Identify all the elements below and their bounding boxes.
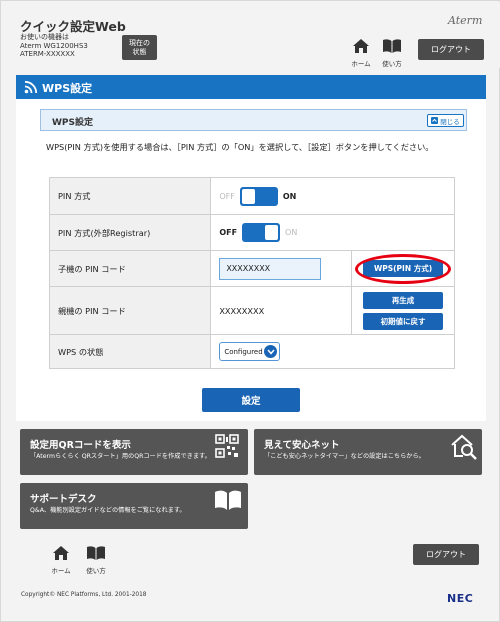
footer-manual-label: 使い方 xyxy=(86,567,106,575)
wifi-icon xyxy=(24,80,38,94)
child-pin-input[interactable] xyxy=(219,257,322,280)
device-model: Aterm WG1200HS3 xyxy=(20,41,88,50)
copyright: Copyright© NEC Platforms, Ltd. 2001-2018 xyxy=(21,592,147,598)
child-pin-cell xyxy=(210,250,353,287)
regenerate-button[interactable]: 再生成 xyxy=(363,291,444,309)
table-row: 子機の PIN コード WPS(PIN 方式) xyxy=(48,250,455,287)
wps-pin-button[interactable]: WPS(PIN 方式) xyxy=(363,260,444,277)
parent-pin-action-cell: 再生成 初期値に戻す xyxy=(351,286,455,335)
status-label-line-2: 状態 xyxy=(132,47,147,56)
parent-pin-value: XXXXXXXX xyxy=(210,286,353,335)
pin-method-switch[interactable] xyxy=(239,186,278,206)
table-row: WPS の状態 Configured xyxy=(48,334,455,369)
reset-default-button[interactable]: 初期値に戻す xyxy=(363,312,444,330)
table-row: PIN 方式 OFF ON xyxy=(48,177,455,215)
table-row: 親機の PIN コード XXXXXXXX 再生成 初期値に戻す xyxy=(48,286,455,335)
pin-method-cell: OFF ON xyxy=(210,177,455,215)
wps-status-select[interactable]: Configured xyxy=(219,342,281,361)
chevron-up-icon xyxy=(431,117,439,124)
child-pin-action-cell: WPS(PIN 方式) xyxy=(351,250,455,287)
book-icon xyxy=(383,39,401,53)
support-card-title: サポートデスク xyxy=(30,494,97,505)
pin-method-toggle[interactable]: OFF ON xyxy=(219,186,297,206)
status-label-line-1: 現在の xyxy=(129,38,150,47)
device-line-1: お使いの機器は xyxy=(20,33,69,41)
header-manual-link[interactable]: 使い方 xyxy=(379,38,405,68)
pin-method-off-label: OFF xyxy=(219,191,235,201)
wps-pin-wrap: WPS(PIN 方式) xyxy=(355,254,452,284)
header-home-label: ホーム xyxy=(351,60,371,68)
nec-logo: NEC xyxy=(447,592,474,605)
child-pin-label: 子機の PIN コード xyxy=(48,250,212,287)
qr-code-card[interactable]: 設定用QRコードを表示 「Atermらくらく QRスタート」用のQRコードを作成… xyxy=(20,429,248,475)
header-home-link[interactable]: ホーム xyxy=(348,38,374,68)
support-desk-card[interactable]: サポートデスク Q&A、機能別設定ガイドなどの情報をご覧になれます。 xyxy=(20,483,248,529)
aterm-logo: Aterm xyxy=(448,14,483,27)
footer-home-label: ホーム xyxy=(51,567,71,575)
pin-registrar-cell: OFF ON xyxy=(210,214,455,251)
home-icon xyxy=(353,39,369,53)
settings-table: PIN 方式 OFF ON PIN 方式(外部Registrar) OFF ON xyxy=(48,177,455,369)
chevron-down-icon xyxy=(264,345,278,358)
table-row: PIN 方式(外部Registrar) OFF ON xyxy=(48,214,455,251)
parent-pin-label: 親機の PIN コード xyxy=(48,286,212,335)
mieru-anshin-card[interactable]: 見えて安心ネット 「こども安心ネットタイマー」などの設定はこちらから。 xyxy=(254,429,482,475)
mieru-card-subtitle: 「こども安心ネットタイマー」などの設定はこちらから。 xyxy=(264,453,425,460)
book-icon xyxy=(87,546,105,560)
home-search-icon xyxy=(451,434,477,460)
wps-status-label: WPS の状態 xyxy=(48,334,212,369)
footer-manual-link[interactable]: 使い方 xyxy=(83,545,109,575)
wps-status-value: Configured xyxy=(224,347,263,356)
page-title: WPS設定 xyxy=(42,82,93,95)
section-description: WPS(PIN 方式)を使用する場合は、［PIN 方式］の「ON」を選択して、［… xyxy=(46,142,434,152)
header-logout-button[interactable]: ログアウト xyxy=(418,39,484,60)
close-section-button[interactable]: 閉じる xyxy=(427,114,464,127)
support-card-subtitle: Q&A、機能別設定ガイドなどの情報をご覧になれます。 xyxy=(30,507,186,514)
qr-card-subtitle: 「Atermらくらく QRスタート」用のQRコードを作成できます。 xyxy=(30,453,211,460)
header-manual-label: 使い方 xyxy=(382,60,402,68)
footer-logout-button[interactable]: ログアウト xyxy=(413,544,479,565)
device-name: ATERM-XXXXXX xyxy=(20,50,75,58)
pin-registrar-label: PIN 方式(外部Registrar) xyxy=(48,214,212,251)
pin-registrar-toggle[interactable]: OFF ON xyxy=(219,223,297,242)
pin-method-label: PIN 方式 xyxy=(48,177,212,215)
main-panel: WPS設定 閉じる WPS(PIN 方式)を使用する場合は、［PIN 方式］の「… xyxy=(16,99,486,421)
device-info: お使いの機器は Aterm WG1200HS3 ATERM-XXXXXX xyxy=(20,33,88,59)
qr-code-icon xyxy=(215,434,239,458)
apply-settings-button[interactable]: 設定 xyxy=(202,388,300,412)
qr-card-title: 設定用QRコードを表示 xyxy=(30,440,131,451)
close-label: 閉じる xyxy=(440,117,460,126)
home-icon xyxy=(53,546,69,560)
page-title-bar: WPS設定 xyxy=(16,75,486,99)
pin-registrar-off-label: OFF xyxy=(219,228,238,237)
pin-registrar-on-label: ON xyxy=(285,228,298,237)
mieru-card-title: 見えて安心ネット xyxy=(264,440,340,451)
header: クイック設定Web お使いの機器は Aterm WG1200HS3 ATERM-… xyxy=(2,2,500,68)
footer-home-link[interactable]: ホーム xyxy=(48,545,74,575)
section-header: WPS設定 閉じる xyxy=(40,109,467,131)
pin-registrar-switch[interactable] xyxy=(242,223,281,242)
pin-method-on-label: ON xyxy=(282,191,297,201)
book-icon xyxy=(215,490,241,510)
page-frame: クイック設定Web お使いの機器は Aterm WG1200HS3 ATERM-… xyxy=(0,0,500,622)
wps-status-cell: Configured xyxy=(210,334,455,369)
current-status-button[interactable]: 現在の 状態 xyxy=(122,35,157,60)
section-title: WPS設定 xyxy=(52,118,94,128)
